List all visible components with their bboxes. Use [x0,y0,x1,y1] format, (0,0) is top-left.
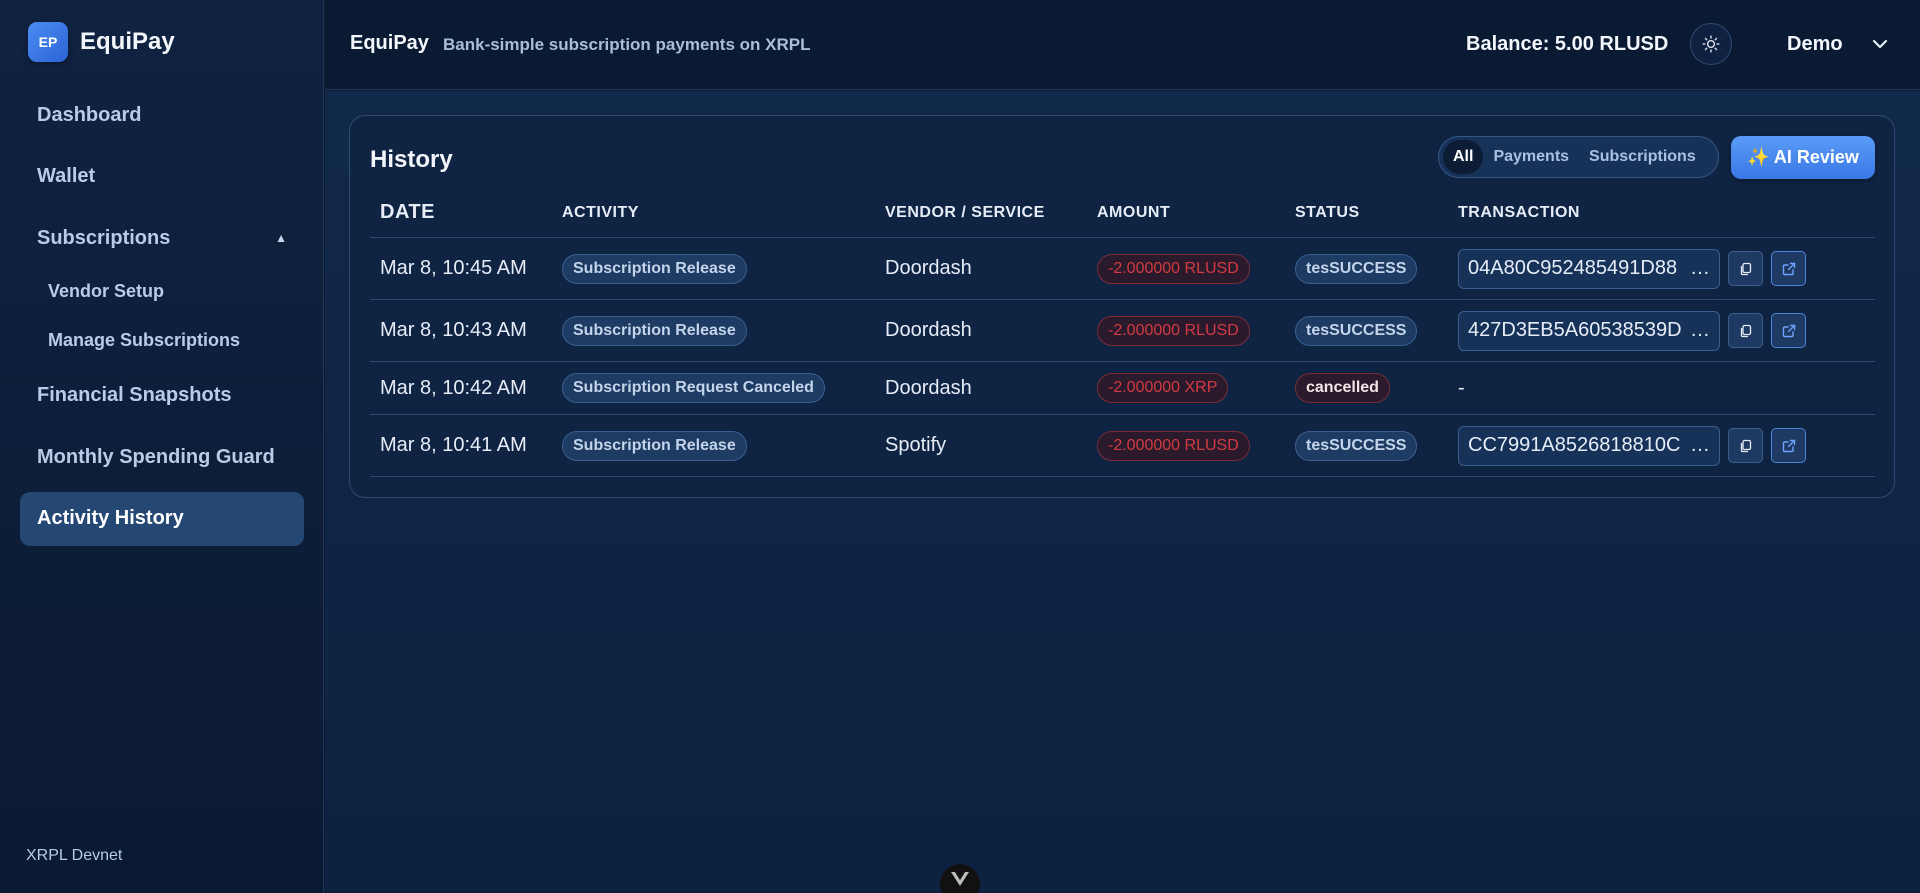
truncation-ellipsis: … [1690,434,1710,456]
row-vendor: Doordash [885,376,972,399]
copy-icon [1740,262,1751,275]
transaction-hash-field[interactable]: 04A80C952485491D88 … [1458,248,1720,289]
activity-badge: Subscription Request Canceled [562,373,825,403]
sidebar-item-dashboard[interactable]: Dashboard [20,88,304,142]
row-date: Mar 8, 10:45 AM [380,257,527,279]
page-title: EquiPay [350,32,429,54]
balance-display: Balance: 5.00 RLUSD [1466,33,1669,55]
table-row: Mar 8, 10:42 AM Subscription Request Can… [370,362,1875,415]
row-vendor: Doordash [885,319,972,341]
open-explorer-button[interactable] [1771,251,1806,286]
history-title: History [370,146,453,173]
column-header-amount: AMOUNT [1097,203,1171,221]
app-name: EquiPay [80,28,175,55]
status-badge: cancelled [1295,373,1390,403]
copy-button[interactable] [1728,313,1763,348]
copy-button[interactable] [1728,428,1763,463]
sun-icon [1702,35,1720,53]
page-subtitle: Bank-simple subscription payments on XRP… [443,35,811,54]
sidebar-nav: Dashboard Wallet Subscriptions ▲ Vendor … [20,88,304,553]
column-header-status: STATUS [1295,203,1360,221]
theme-toggle-button[interactable] [1690,23,1732,65]
activity-badge: Subscription Release [562,430,747,461]
sidebar-subitem-vendor-setup[interactable]: Vendor Setup [20,267,304,316]
column-header-vendor: VENDOR / SERVICE [885,203,1045,221]
sidebar-item-label: Dashboard [37,103,142,126]
caret-up-icon: ▲ [275,231,287,245]
sidebar-subitem-manage-subscriptions[interactable]: Manage Subscriptions [20,316,304,365]
row-date: Mar 8, 10:41 AM [380,434,527,456]
transaction-hash-field[interactable]: 427D3EB5A60538539D … [1458,310,1720,351]
sidebar-item-label: Activity History [37,507,184,529]
row-vendor: Spotify [885,434,947,456]
row-date: Mar 8, 10:42 AM [380,376,527,399]
status-badge: tesSUCCESS [1295,430,1418,461]
copy-icon [1740,324,1751,337]
external-link-icon [1782,439,1795,452]
user-menu[interactable]: Demo [1787,33,1843,56]
transaction-hash-field[interactable]: CC7991A8526818810C … [1458,425,1720,466]
transaction-hash: CC7991A8526818810C [1468,434,1681,456]
brand[interactable]: EP EquiPay [28,22,175,62]
topbar: EquiPay Bank-simple subscription payment… [325,0,1920,90]
filter-payments[interactable]: Payments [1483,140,1579,174]
app-logo: EP [28,22,68,62]
row-date: Mar 8, 10:43 AM [380,319,527,341]
amount-badge: -2.000000 XRP [1097,373,1229,403]
table-header: DATE ACTIVITY VENDOR / SERVICE AMOUNT ST… [370,188,1875,238]
copy-icon [1740,439,1751,452]
sidebar-item-subscriptions[interactable]: Subscriptions ▲ [20,211,304,265]
status-badge: tesSUCCESS [1295,253,1418,284]
column-header-date: DATE [380,201,435,223]
amount-badge: -2.000000 RLUSD [1097,430,1250,461]
activity-badge: Subscription Release [562,253,747,284]
transaction-hash: 427D3EB5A60538539D [1468,319,1682,341]
activity-badge: Subscription Release [562,315,747,346]
sidebar-item-wallet[interactable]: Wallet [20,150,304,204]
sidebar-item-monthly-spending-guard[interactable]: Monthly Spending Guard [20,430,304,484]
table-row: Mar 8, 10:41 AM Subscription Release Spo… [370,415,1875,477]
chevron-down-icon[interactable] [1865,30,1895,58]
amount-badge: -2.000000 RLUSD [1097,253,1250,284]
open-explorer-button[interactable] [1771,313,1806,348]
column-header-activity: ACTIVITY [562,203,639,221]
sidebar-item-financial-snapshots[interactable]: Financial Snapshots [20,369,304,423]
filter-all[interactable]: All [1443,140,1484,174]
truncation-ellipsis: … [1690,257,1710,279]
table-row: Mar 8, 10:45 AM Subscription Release Doo… [370,238,1875,300]
sidebar-item-label: Wallet [37,165,96,187]
history-card: History All Payments Subscriptions ✨ AI … [349,115,1895,498]
transaction-hash: 04A80C952485491D88 [1468,257,1678,279]
status-badge: tesSUCCESS [1295,315,1418,346]
subscriptions-subnav: Vendor Setup Manage Subscriptions [20,267,304,365]
table-row: Mar 8, 10:43 AM Subscription Release Doo… [370,300,1875,362]
column-header-transaction: TRANSACTION [1458,203,1580,221]
sidebar: EP EquiPay Dashboard Wallet Subscription… [0,0,324,893]
history-table: DATE ACTIVITY VENDOR / SERVICE AMOUNT ST… [370,188,1875,477]
copy-button[interactable] [1728,251,1763,286]
main-content: History All Payments Subscriptions ✨ AI … [325,91,1920,893]
external-link-icon [1782,324,1795,337]
sidebar-item-label: Financial Snapshots [37,384,232,406]
sidebar-item-label: Subscriptions [37,226,171,249]
sidebar-item-activity-history[interactable]: Activity History [20,491,304,546]
open-explorer-button[interactable] [1771,428,1806,463]
ai-review-button[interactable]: ✨ AI Review [1731,136,1875,179]
sidebar-item-label: Monthly Spending Guard [37,445,275,468]
amount-badge: -2.000000 RLUSD [1097,315,1250,346]
truncation-ellipsis: … [1690,319,1710,341]
transaction-hash-empty: - [1458,376,1465,399]
row-vendor: Doordash [885,257,972,279]
history-filter-group: All Payments Subscriptions [1438,136,1719,178]
vue-logo-icon [951,872,969,886]
network-label: XRPL Devnet [26,847,123,864]
external-link-icon [1782,262,1795,275]
filter-subscriptions[interactable]: Subscriptions [1579,140,1706,174]
